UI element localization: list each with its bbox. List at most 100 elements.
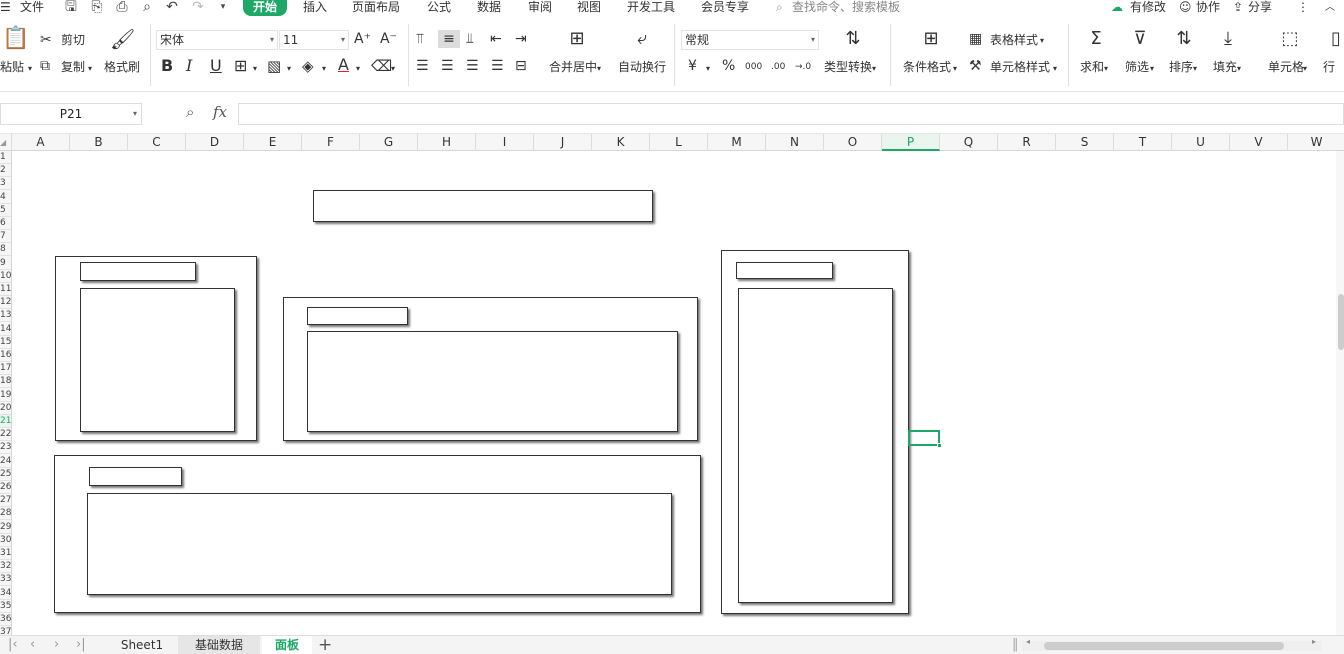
row-header[interactable]: 37 [0, 626, 11, 635]
justify-icon[interactable]: ☰ [491, 57, 504, 75]
row-header[interactable]: 15 [0, 336, 11, 349]
copy-dropdown-icon[interactable]: ▾ [88, 60, 92, 78]
number-format-select[interactable]: 常规 ▾ [681, 30, 819, 50]
decrease-decimal-button[interactable]: →.0 [795, 58, 811, 76]
row-header[interactable]: 30 [0, 534, 11, 547]
more-icon[interactable]: ⋮ [1297, 0, 1309, 16]
rows-cols-icon[interactable]: ▯ [1328, 28, 1344, 50]
filter-button[interactable]: 筛选 [1125, 59, 1149, 75]
formula-input[interactable] [238, 103, 1344, 125]
fill-dropdown-icon[interactable]: ▾ [1237, 60, 1241, 78]
fill-handle[interactable] [937, 443, 942, 448]
cell-style-button[interactable]: 单元格样式 [990, 59, 1050, 75]
hamburger-icon[interactable]: ☰ [0, 0, 11, 16]
rows-cols-button[interactable]: 行 [1323, 59, 1335, 75]
table-style-button[interactable]: 表格样式 [990, 32, 1038, 48]
row-header[interactable]: 33 [0, 573, 11, 587]
column-header[interactable]: P [882, 134, 940, 151]
row-header[interactable]: 6 [0, 217, 11, 230]
column-header[interactable]: H [418, 134, 476, 151]
merge-center-button[interactable]: 合并居中 [549, 59, 597, 75]
cell-style-icon[interactable]: ⚒ [969, 57, 982, 75]
panel-top-middle-chart-box[interactable] [307, 331, 678, 432]
column-header[interactable]: G [360, 134, 418, 151]
panel-right-title-box[interactable] [736, 262, 833, 279]
eraser-icon[interactable]: ⌫ [371, 57, 392, 75]
column-header[interactable]: E [244, 134, 302, 151]
sum-button[interactable]: 求和 [1080, 59, 1104, 75]
decrease-indent-icon[interactable]: ⇤ [490, 30, 502, 48]
copy-button[interactable]: 复制 [61, 59, 85, 75]
column-header[interactable]: V [1230, 134, 1288, 151]
align-bottom-icon[interactable]: ⫫ [466, 30, 474, 48]
row-header[interactable]: 10 [0, 270, 11, 283]
row-header[interactable]: 22 [0, 428, 11, 442]
sheet-tab-sheet1[interactable]: Sheet1 [108, 636, 176, 654]
cells-dropdown-icon[interactable]: ▾ [1303, 60, 1307, 78]
horizontal-scrollbar[interactable]: ◂ ▸ [1022, 637, 1322, 651]
horizontal-scrollbar-thumb[interactable] [1044, 642, 1284, 650]
row-header[interactable]: 12 [0, 296, 11, 310]
insert-function-button[interactable]: fx [213, 103, 227, 121]
paste-icon[interactable]: 📋 [2, 28, 29, 50]
row-header[interactable]: 31 [0, 547, 11, 560]
modified-status[interactable]: 有修改 [1130, 0, 1166, 16]
scroll-right-icon[interactable]: ▸ [1312, 637, 1316, 646]
cells-icon[interactable]: ⬚ [1277, 28, 1303, 50]
column-header[interactable]: F [302, 134, 360, 151]
row-header[interactable]: 4 [0, 191, 11, 204]
fill-pattern-dropdown-icon[interactable]: ▾ [287, 60, 291, 78]
column-header[interactable]: N [766, 134, 824, 151]
fill-pattern-icon[interactable]: ▧ [267, 57, 281, 75]
merge-dropdown-icon[interactable]: ▾ [597, 60, 601, 78]
column-header[interactable]: B [70, 134, 128, 151]
clear-dropdown-icon[interactable]: ▾ [391, 60, 395, 78]
conditional-format-dropdown-icon[interactable]: ▾ [953, 60, 957, 78]
border-icon[interactable]: ⊞ [234, 57, 247, 75]
font-color-dropdown-icon[interactable]: ▾ [356, 60, 360, 78]
tab-insert[interactable]: 插入 [303, 0, 327, 16]
row-header[interactable]: 24 [0, 455, 11, 468]
row-header[interactable]: 21 [0, 415, 11, 428]
column-header[interactable]: Q [940, 134, 998, 151]
conditional-format-icon[interactable]: ⊞ [918, 28, 944, 50]
share-button[interactable]: 分享 [1248, 0, 1272, 16]
panel-top-left-chart-box[interactable] [80, 288, 235, 432]
export-icon[interactable]: ⎘ [88, 0, 106, 16]
type-convert-button[interactable]: 类型转换 [824, 59, 872, 75]
row-header[interactable]: 27 [0, 494, 11, 508]
font-grow-icon[interactable]: A⁺ [354, 30, 371, 48]
bold-button[interactable]: B [161, 57, 173, 75]
panel-top-left-title-box[interactable] [80, 262, 196, 281]
collaborate-button[interactable]: 协作 [1196, 0, 1220, 16]
cells-button[interactable]: 单元格 [1268, 59, 1304, 75]
redo-icon[interactable]: ↷ [189, 0, 207, 16]
row-header[interactable]: 3 [0, 177, 11, 191]
first-sheet-icon[interactable]: |‹ [8, 637, 18, 653]
row-header[interactable]: 35 [0, 600, 11, 613]
column-header[interactable]: I [476, 134, 534, 151]
row-header[interactable]: 16 [0, 349, 11, 362]
panel-bottom-title-box[interactable] [89, 467, 182, 486]
paste-button[interactable]: 粘贴 [0, 59, 24, 75]
sheet-tab-dashboard[interactable]: 面板 [262, 636, 312, 654]
row-header[interactable]: 11 [0, 283, 11, 296]
merge-center-icon[interactable]: ⊞ [564, 28, 590, 50]
column-header[interactable]: J [534, 134, 592, 151]
row-header[interactable]: 34 [0, 587, 11, 600]
border-dropdown-icon[interactable]: ▾ [253, 60, 257, 78]
wrap-text-icon[interactable]: ⤶ [629, 28, 655, 50]
zoom-search-icon[interactable]: ⌕ [186, 103, 194, 121]
cut-button[interactable]: 剪切 [61, 32, 85, 48]
fill-color-dropdown-icon[interactable]: ▾ [322, 60, 326, 78]
row-header[interactable]: 36 [0, 613, 11, 626]
italic-button[interactable]: I [186, 57, 192, 75]
last-sheet-icon[interactable]: ›| [76, 637, 86, 653]
customize-toolbar-icon[interactable]: ▾ [214, 0, 232, 16]
conditional-format-button[interactable]: 条件格式 [903, 59, 951, 75]
column-header[interactable]: O [824, 134, 882, 151]
tab-formulas[interactable]: 公式 [427, 0, 451, 16]
type-convert-icon[interactable]: ⇅ [840, 28, 866, 50]
percent-button[interactable]: % [722, 57, 735, 75]
column-header[interactable]: M [708, 134, 766, 151]
